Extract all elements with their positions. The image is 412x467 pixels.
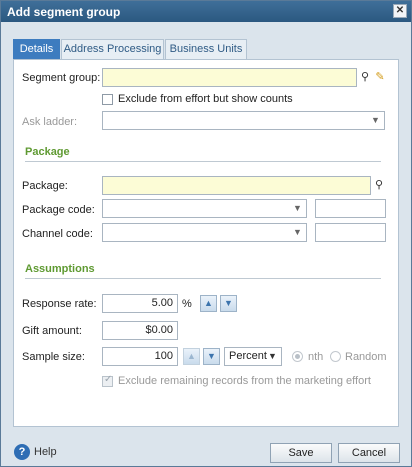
exclude-remaining-label: Exclude remaining records from the marke… xyxy=(118,375,371,387)
tab-details[interactable]: Details xyxy=(13,39,60,60)
help-icon: ? xyxy=(14,444,30,460)
gift-amount-input[interactable]: $0.00 xyxy=(102,321,178,340)
response-rate-unit: % xyxy=(182,298,192,310)
exclude-effort-label: Exclude from effort but show counts xyxy=(118,93,293,105)
random-label: Random xyxy=(345,351,387,363)
assumptions-section-divider xyxy=(25,278,381,279)
sample-size-input[interactable]: 100 xyxy=(102,347,178,366)
random-radio[interactable] xyxy=(330,351,341,362)
details-panel: Segment group: ⚲ ✎ Exclude from effort b… xyxy=(13,59,399,427)
chevron-down-icon: ▼ xyxy=(293,203,302,213)
segment-group-input[interactable] xyxy=(102,68,357,87)
search-icon[interactable]: ⚲ xyxy=(357,69,373,85)
response-rate-label: Response rate: xyxy=(22,298,97,310)
help-label: Help xyxy=(34,446,57,458)
sample-size-label: Sample size: xyxy=(22,351,85,363)
assumptions-section-title: Assumptions xyxy=(25,263,95,275)
response-rate-input[interactable]: 5.00 xyxy=(102,294,178,313)
cancel-button[interactable]: Cancel xyxy=(338,443,400,463)
arrow-down-icon[interactable]: ▼ xyxy=(203,348,220,365)
package-label: Package: xyxy=(22,180,68,192)
nth-label: nth xyxy=(308,351,324,363)
arrow-up-icon[interactable]: ▲ xyxy=(183,348,200,365)
gift-amount-label: Gift amount: xyxy=(22,325,82,337)
dialog-title: Add segment group xyxy=(7,5,121,19)
exclude-remaining-checkbox[interactable] xyxy=(102,374,113,387)
tab-address-processing[interactable]: Address Processing xyxy=(61,39,164,60)
ask-ladder-label: Ask ladder: xyxy=(22,116,78,128)
exclude-effort-checkbox[interactable] xyxy=(102,94,113,105)
ask-ladder-dropdown[interactable]: ▼ xyxy=(102,111,385,130)
save-button[interactable]: Save xyxy=(270,443,332,463)
title-bar: Add segment group ✕ xyxy=(1,1,411,22)
add-segment-group-dialog: Add segment group ✕ Details Address Proc… xyxy=(0,0,412,467)
nth-radio[interactable] xyxy=(292,351,303,362)
channel-code-dropdown[interactable]: ▼ xyxy=(102,223,307,242)
package-section-divider xyxy=(25,161,381,162)
channel-code-label: Channel code: xyxy=(22,228,93,240)
chevron-down-icon: ▼ xyxy=(268,351,277,361)
chevron-down-icon: ▼ xyxy=(293,227,302,237)
package-search-icon[interactable]: ⚲ xyxy=(371,177,387,193)
package-input[interactable] xyxy=(102,176,371,195)
chevron-down-icon: ▼ xyxy=(371,115,380,125)
package-code-text-input[interactable] xyxy=(315,199,386,218)
edit-icon[interactable]: ✎ xyxy=(372,69,388,85)
segment-group-label: Segment group: xyxy=(22,72,101,84)
package-section-title: Package xyxy=(25,146,70,158)
arrow-down-icon[interactable]: ▼ xyxy=(220,295,237,312)
channel-code-text-input[interactable] xyxy=(315,223,386,242)
tab-business-units[interactable]: Business Units xyxy=(165,39,247,60)
arrow-up-icon[interactable]: ▲ xyxy=(200,295,217,312)
sample-size-type-dropdown[interactable]: Percent ▼ xyxy=(224,347,282,366)
sample-size-type-value: Percent xyxy=(229,350,267,362)
package-code-label: Package code: xyxy=(22,204,95,216)
package-code-dropdown[interactable]: ▼ xyxy=(102,199,307,218)
close-button[interactable]: ✕ xyxy=(393,4,407,18)
